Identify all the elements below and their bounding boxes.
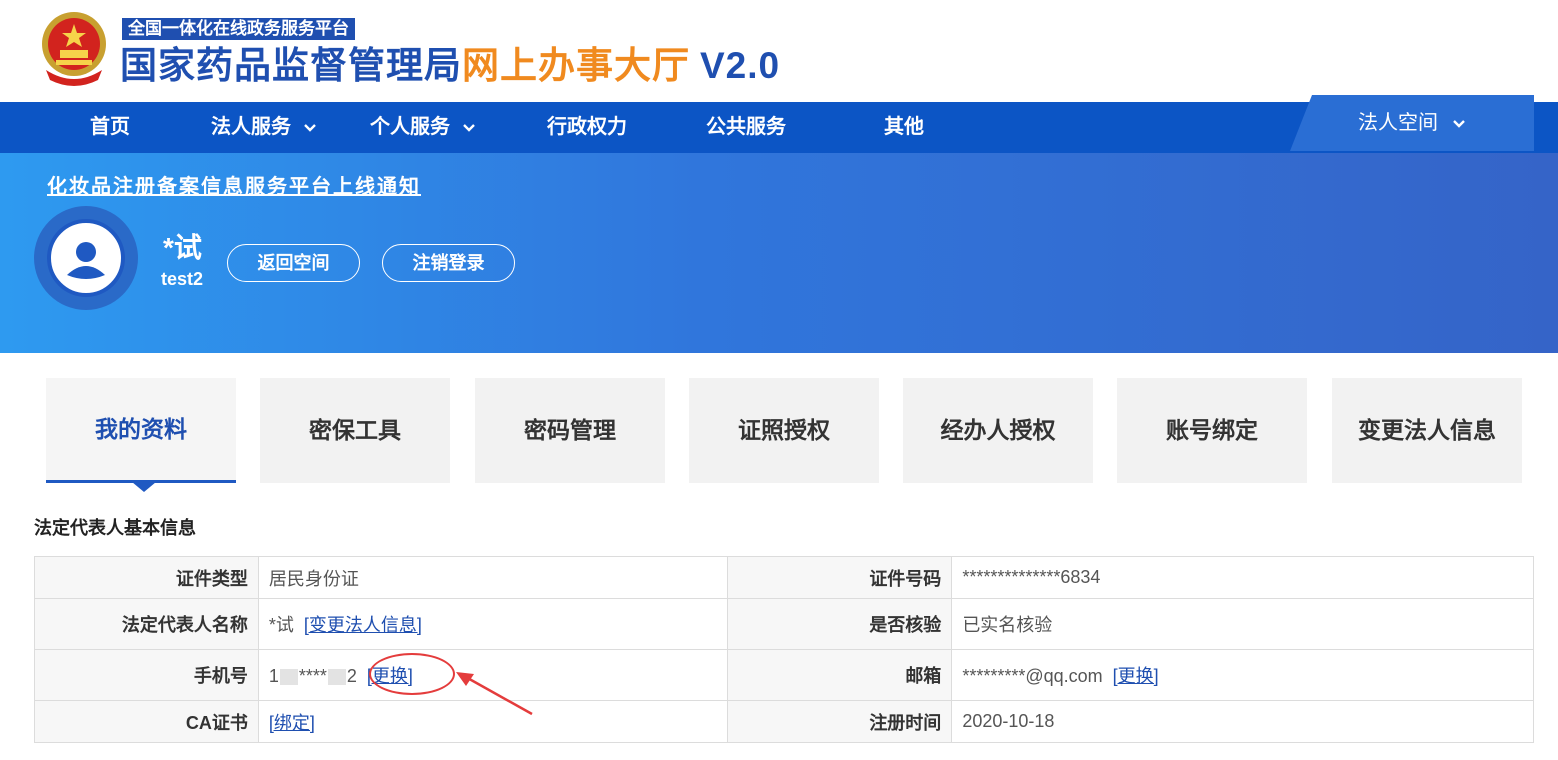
cosmetics-notice-link[interactable]: 化妆品注册备案信息服务平台上线通知 <box>47 170 421 199</box>
legal-rep-name-value: *试 <box>268 615 294 635</box>
change-email-link[interactable]: [更换] <box>1113 666 1159 686</box>
nav-item-label: 法人服务 <box>211 116 291 138</box>
phone-label: 手机号 <box>34 649 259 701</box>
tab-change-legal-rep[interactable]: 变更法人信息 <box>1332 378 1522 483</box>
nav-item-personal-services[interactable]: 个人服务 <box>370 102 476 153</box>
change-phone-link[interactable]: [更换] <box>367 666 413 686</box>
tab-license-authorization[interactable]: 证照授权 <box>689 378 879 483</box>
chevron-down-icon <box>463 123 475 132</box>
nav-item-label: 个人服务 <box>370 116 450 138</box>
nav-item-admin-power[interactable]: 行政权力 <box>547 102 627 153</box>
section-title: 法定代表人基本信息 <box>34 518 196 538</box>
id-number-label: 证件号码 <box>727 556 953 599</box>
national-emblem-icon <box>42 12 106 86</box>
verified-label: 是否核验 <box>727 598 953 650</box>
legal-space-dropdown[interactable]: 法人空间 <box>1290 95 1534 151</box>
tab-my-profile[interactable]: 我的资料 <box>46 378 236 483</box>
site-version: V2.0 <box>700 45 781 86</box>
site-title-hall: 网上办事大厅 <box>462 45 690 86</box>
legal-rep-name-label: 法定代表人名称 <box>34 598 259 650</box>
site-title-agency: 国家药品监督管理局 <box>120 45 462 86</box>
table-row: CA证书 [绑定] 注册时间 2020-10-18 <box>34 700 1534 743</box>
user-banner: 化妆品注册备案信息服务平台上线通知 *试 test2 返回空间 注销登录 <box>0 153 1558 353</box>
table-row: 法定代表人名称 *试 [变更法人信息] 是否核验 已实名核验 <box>34 598 1534 650</box>
tab-password-management[interactable]: 密码管理 <box>475 378 665 483</box>
nav-item-label: 其他 <box>884 116 924 138</box>
redaction-mask <box>327 669 346 686</box>
nav-item-label: 行政权力 <box>547 116 627 138</box>
active-tab-pointer <box>132 482 156 492</box>
legal-rep-info-table: 证件类型 居民身份证 证件号码 **************6834 法定代表人… <box>34 556 1534 743</box>
email-label: 邮箱 <box>727 649 953 701</box>
reg-time-value: 2020-10-18 <box>951 700 1534 743</box>
email-value: *********@qq.com <box>962 666 1103 686</box>
table-row: 手机号 1 **** 2 [更换] 邮箱 *********@qq.com [更换] <box>34 649 1534 701</box>
bind-ca-link[interactable]: [绑定] <box>269 713 315 733</box>
tab-account-binding[interactable]: 账号绑定 <box>1117 378 1307 483</box>
avatar <box>34 206 138 310</box>
phone-stars: **** <box>298 666 327 686</box>
legal-rep-name-cell: *试 [变更法人信息] <box>257 598 729 650</box>
callout-arrow-icon <box>456 672 533 716</box>
logout-button[interactable]: 注销登录 <box>382 244 515 282</box>
email-cell: *********@qq.com [更换] <box>951 649 1534 701</box>
chevron-down-icon <box>1453 119 1465 128</box>
change-legal-rep-link[interactable]: [变更法人信息] <box>304 615 422 635</box>
id-type-value: 居民身份证 <box>257 556 729 599</box>
back-to-space-button[interactable]: 返回空间 <box>227 244 360 282</box>
verified-value: 已实名核验 <box>951 598 1534 650</box>
table-row: 证件类型 居民身份证 证件号码 **************6834 <box>34 556 1534 599</box>
redaction-mask <box>279 669 298 686</box>
site-header: 全国一体化在线政务服务平台 国家药品监督管理局网上办事大厅 V2.0 <box>0 0 1558 102</box>
tab-security-tools[interactable]: 密保工具 <box>260 378 450 483</box>
user-icon <box>67 242 105 279</box>
id-number-value: **************6834 <box>951 556 1534 599</box>
phone-prefix: 1 <box>268 666 279 686</box>
nav-item-legal-services[interactable]: 法人服务 <box>211 102 317 153</box>
ca-cert-label: CA证书 <box>34 700 259 743</box>
legal-space-label: 法人空间 <box>1358 112 1438 134</box>
site-title: 国家药品监督管理局网上办事大厅 V2.0 <box>120 44 780 88</box>
nav-item-public-services[interactable]: 公共服务 <box>706 102 786 153</box>
platform-badge: 全国一体化在线政务服务平台 <box>122 18 355 40</box>
user-account-id: test2 <box>161 269 204 289</box>
chevron-down-icon <box>304 123 316 132</box>
nav-item-label: 公共服务 <box>706 116 786 138</box>
tab-agent-authorization[interactable]: 经办人授权 <box>903 378 1093 483</box>
user-name: *试 <box>163 232 202 263</box>
reg-time-label: 注册时间 <box>727 700 953 743</box>
nav-item-other[interactable]: 其他 <box>884 102 924 153</box>
phone-suffix: 2 <box>346 666 357 686</box>
id-type-label: 证件类型 <box>34 556 259 599</box>
nav-item-label: 首页 <box>90 116 130 138</box>
nav-item-home[interactable]: 首页 <box>90 102 130 153</box>
